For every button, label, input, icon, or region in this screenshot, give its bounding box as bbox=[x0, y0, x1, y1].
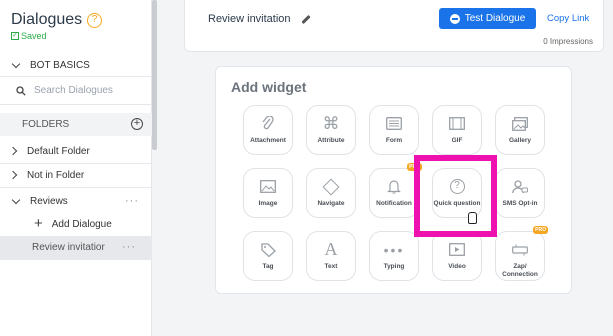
help-icon[interactable]: ? bbox=[87, 13, 102, 28]
widget-label: Image bbox=[258, 200, 278, 207]
impressions-count: 0 Impressions bbox=[543, 37, 593, 46]
dialogue-item-active[interactable]: Review invitatior ··· bbox=[0, 236, 152, 260]
more-options-icon[interactable]: ··· bbox=[125, 195, 139, 207]
widget-gallery[interactable]: Gallery bbox=[495, 105, 545, 155]
widget-label: Zap/ Connection bbox=[502, 263, 538, 278]
widget-typing[interactable]: ••• Typing bbox=[369, 231, 419, 281]
film-icon bbox=[449, 115, 465, 132]
highlight-box bbox=[414, 155, 497, 237]
sidebar-scrollbar[interactable] bbox=[152, 0, 157, 150]
widget-label: Notification bbox=[376, 200, 412, 207]
pencil-icon[interactable] bbox=[300, 14, 311, 24]
widget-notification[interactable]: PRO Notification bbox=[369, 163, 422, 218]
typing-dots-icon: ••• bbox=[383, 241, 405, 258]
folder-item-not-in-folder[interactable]: Not in Folder bbox=[0, 168, 152, 182]
folder-label: Default Folder bbox=[27, 145, 90, 157]
folder-item-default[interactable]: Default Folder bbox=[0, 144, 152, 158]
widget-form[interactable]: Form bbox=[369, 105, 419, 155]
sidebar-title: Dialogues bbox=[11, 11, 83, 28]
widget-attribute[interactable]: ⌘ Attribute bbox=[306, 105, 356, 155]
hand-cursor-icon bbox=[468, 212, 477, 224]
widget-video[interactable]: Video bbox=[432, 231, 482, 281]
widget-navigate[interactable]: Navigate bbox=[306, 168, 356, 218]
test-button-label: Test Dialogue bbox=[464, 13, 526, 24]
dialogue-label: Review invitatior bbox=[32, 242, 105, 253]
widget-gif[interactable]: GIF bbox=[432, 105, 482, 155]
bell-icon bbox=[387, 178, 401, 195]
divider bbox=[0, 104, 152, 105]
paperclip-icon bbox=[261, 115, 275, 132]
add-folder-icon[interactable]: + bbox=[131, 118, 143, 130]
search-dialogues[interactable]: Search Dialogues bbox=[16, 85, 113, 96]
chevron-right-icon bbox=[8, 170, 18, 180]
widget-label: Typing bbox=[383, 263, 405, 270]
check-icon: ✓ bbox=[11, 32, 19, 40]
widget-label: Text bbox=[324, 263, 338, 270]
bot-basics-label: BOT BASICS bbox=[30, 59, 90, 71]
divider bbox=[0, 187, 152, 188]
chevron-right-icon bbox=[8, 146, 18, 156]
text-icon: A bbox=[324, 239, 338, 259]
search-icon bbox=[16, 85, 26, 96]
widget-sms-opt-in[interactable]: SMS Opt-in bbox=[495, 168, 545, 218]
video-icon bbox=[449, 241, 465, 258]
bot-basics-section[interactable]: BOT BASICS bbox=[0, 58, 152, 72]
widget-label: Form bbox=[385, 137, 403, 144]
dialogue-title[interactable]: Review invitation bbox=[208, 13, 311, 25]
widget-tag[interactable]: Tag bbox=[243, 231, 293, 281]
folders-header: FOLDERS + bbox=[0, 113, 152, 136]
image-icon bbox=[260, 178, 276, 195]
chevron-down-icon bbox=[11, 59, 21, 68]
widget-zap-connection[interactable]: PRO Zap/ Connection bbox=[495, 226, 548, 281]
pro-badge: PRO bbox=[533, 226, 548, 234]
navigate-icon bbox=[322, 178, 340, 195]
tag-icon bbox=[260, 241, 276, 258]
widget-label: Navigate bbox=[317, 200, 345, 207]
dialogue-name: Review invitation bbox=[208, 13, 291, 25]
widget-label: Attachment bbox=[250, 137, 286, 144]
folder-label: Reviews bbox=[30, 195, 68, 207]
divider bbox=[0, 163, 152, 164]
form-icon bbox=[386, 115, 402, 132]
user-sms-icon bbox=[512, 178, 528, 195]
widget-label: SMS Opt-in bbox=[502, 200, 538, 207]
widget-attachment[interactable]: Attachment bbox=[243, 105, 293, 155]
widget-label: GIF bbox=[451, 137, 463, 144]
panel-title: Add widget bbox=[231, 79, 307, 95]
add-widget-panel: Add widget Attachment ⌘ Attribute Form G… bbox=[215, 66, 572, 294]
widget-label: Tag bbox=[262, 263, 274, 270]
chevron-down-icon bbox=[11, 195, 21, 204]
dialogue-header: Review invitation Test Dialogue Copy Lin… bbox=[184, 0, 604, 52]
widget-text[interactable]: A Text bbox=[306, 231, 356, 281]
zap-icon bbox=[512, 241, 528, 258]
saved-status: ✓ Saved bbox=[11, 31, 47, 41]
messenger-icon bbox=[449, 13, 460, 24]
divider bbox=[0, 76, 152, 77]
command-icon: ⌘ bbox=[322, 113, 340, 133]
folders-label: FOLDERS bbox=[22, 119, 70, 130]
search-input[interactable]: Search Dialogues bbox=[34, 85, 113, 96]
widget-label: Attribute bbox=[317, 137, 345, 144]
plus-icon: + bbox=[34, 215, 43, 232]
widget-image[interactable]: Image bbox=[243, 168, 293, 218]
copy-link[interactable]: Copy Link bbox=[547, 13, 589, 24]
widget-label: Gallery bbox=[508, 137, 532, 144]
more-options-icon[interactable]: ··· bbox=[122, 241, 136, 253]
add-dialogue-button[interactable]: + Add Dialogue bbox=[0, 215, 152, 232]
folder-item-reviews[interactable]: Reviews ··· bbox=[0, 194, 152, 208]
gallery-icon bbox=[512, 115, 528, 132]
sidebar: Dialogues ? ✓ Saved BOT BASICS Search Di… bbox=[0, 0, 152, 336]
widget-label: Video bbox=[448, 263, 466, 270]
add-dialogue-label: Add Dialogue bbox=[51, 218, 112, 230]
test-dialogue-button[interactable]: Test Dialogue bbox=[439, 8, 536, 29]
saved-label: Saved bbox=[21, 31, 47, 41]
folder-label: Not in Folder bbox=[27, 169, 85, 181]
